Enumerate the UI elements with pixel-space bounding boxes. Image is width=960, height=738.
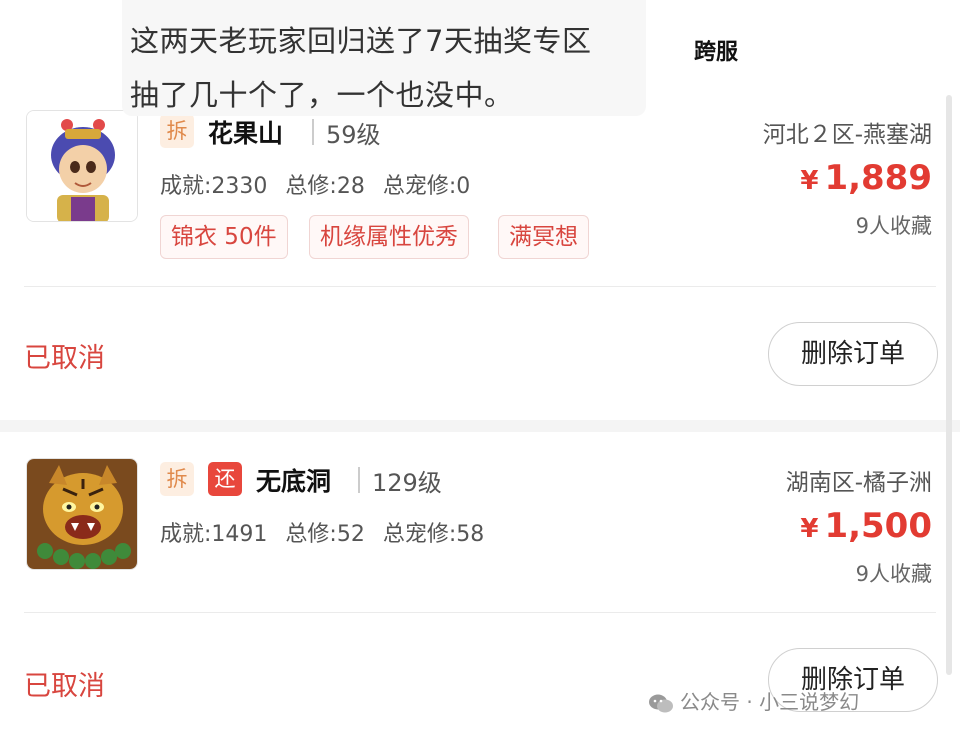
stat-cultivation: 总修:28 — [285, 174, 365, 199]
currency-symbol: ¥ — [800, 514, 819, 544]
tag-badge-chai: 拆 — [160, 114, 194, 148]
divider-bar — [358, 467, 360, 493]
character-avatar[interactable] — [26, 458, 138, 570]
caption-line-1: 这两天老玩家回归送了7天抽奖专区 — [130, 24, 592, 58]
tag-badge-huan: 还 — [208, 462, 242, 496]
character-avatar[interactable] — [26, 110, 138, 222]
server-region: 河北２区-燕塞湖 — [762, 122, 932, 148]
character-level: 59级 — [326, 121, 381, 149]
caption-overlay: 这两天老玩家回归送了7天抽奖专区 抽了几十个了，一个也没中。 — [122, 0, 646, 116]
divider — [24, 612, 936, 613]
monkey-king-avatar — [27, 111, 137, 221]
character-server-name: 花果山 — [208, 119, 284, 148]
stat-cultivation: 总修:52 — [285, 522, 365, 547]
cross-server-label: 跨服 — [694, 40, 739, 65]
divider-bar — [312, 119, 314, 145]
stat-pet-cultivation: 总宠修:58 — [382, 522, 485, 547]
feature-tag: 锦衣 50件 — [160, 215, 288, 259]
character-stats: 成就:2330 总修:28 总宠修:0 — [160, 168, 488, 200]
watermark: 公众号 · 小三说梦幻 — [648, 688, 859, 716]
feature-tag: 满冥想 — [498, 215, 589, 259]
order-status: 已取消 — [24, 671, 105, 702]
scrollbar[interactable] — [946, 95, 952, 675]
tiger-demon-avatar — [27, 459, 137, 569]
character-level: 129级 — [372, 469, 442, 497]
server-region: 湖南区-橘子洲 — [785, 470, 932, 496]
favorites-count: 9人收藏 — [855, 214, 932, 238]
character-stats: 成就:1491 总修:52 总宠修:58 — [160, 516, 502, 548]
watermark-text: 公众号 · 小三说梦幻 — [680, 690, 860, 714]
stat-achievement: 成就:1491 — [160, 522, 268, 547]
caption-line-2: 抽了几十个了，一个也没中。 — [130, 78, 514, 112]
card-gap — [0, 420, 960, 432]
price-value: 1,889 — [824, 158, 932, 198]
divider — [24, 286, 936, 287]
price-value: 1,500 — [824, 506, 932, 546]
favorites-count: 9人收藏 — [855, 562, 932, 586]
feature-tag: 机缘属性优秀 — [309, 215, 469, 259]
currency-symbol: ¥ — [800, 166, 819, 196]
tag-badge-chai: 拆 — [160, 462, 194, 496]
character-server-name: 无底洞 — [256, 467, 332, 496]
price: ¥1,889 — [800, 158, 932, 198]
stat-pet-cultivation: 总宠修:0 — [382, 174, 471, 199]
stat-achievement: 成就:2330 — [160, 174, 268, 199]
wechat-icon — [649, 694, 673, 712]
price: ¥1,500 — [800, 506, 932, 546]
order-status: 已取消 — [24, 343, 105, 374]
delete-order-button[interactable]: 删除订单 — [768, 322, 938, 386]
